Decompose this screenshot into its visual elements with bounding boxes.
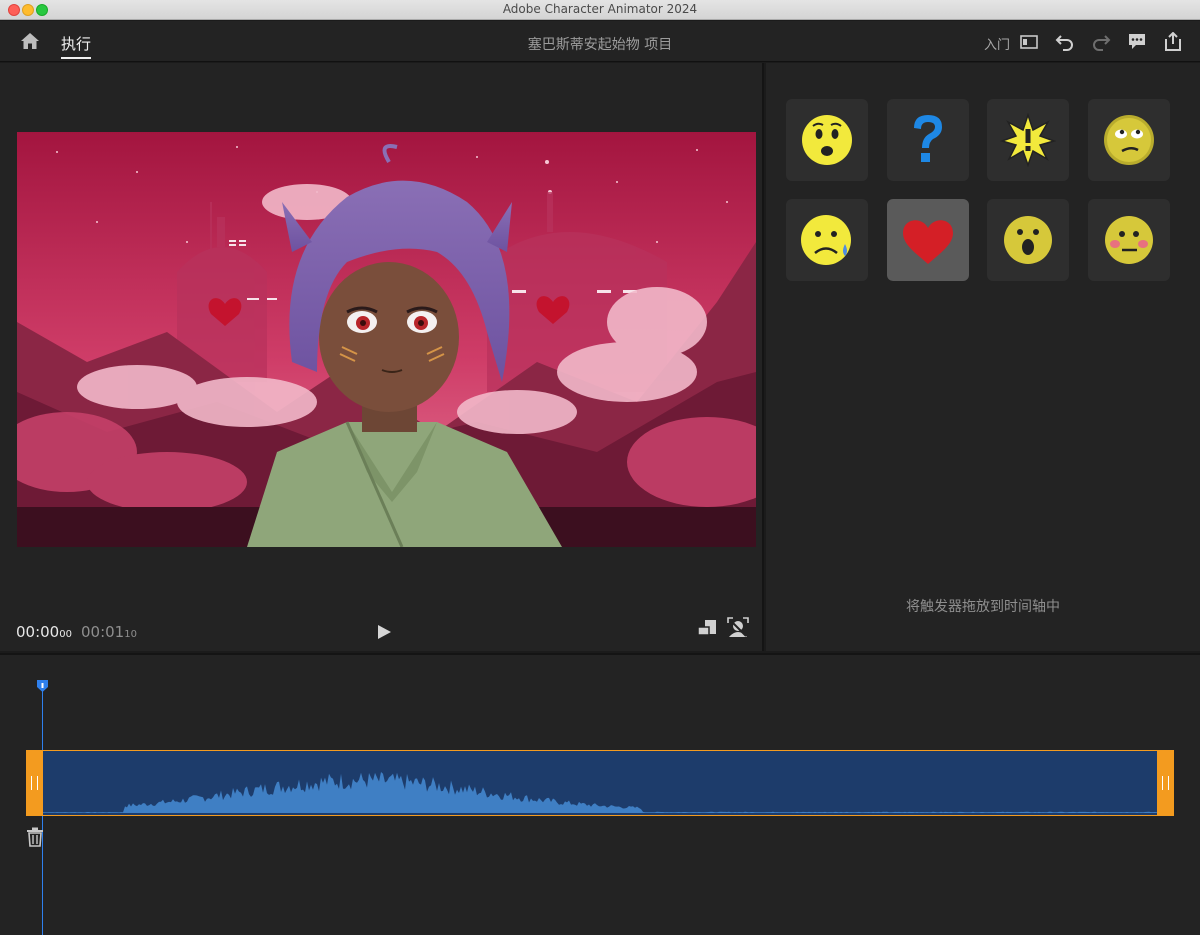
audio-waveform [43,772,1157,813]
camera-input-button[interactable] [727,617,749,639]
home-icon [21,33,39,49]
trigger-tile-eye-roll[interactable] [1088,99,1170,181]
current-time: 00:00 [16,623,60,641]
undo-button[interactable] [1054,31,1076,53]
window-title-bar: Adobe Character Animator 2024 [0,0,1200,20]
trigger-tile-blushing[interactable] [1088,199,1170,281]
current-timecode: 00:0000 [16,623,72,641]
share-button[interactable] [1162,31,1184,53]
worried-face-icon [802,115,852,165]
trigger-tile-sad-tear[interactable] [786,199,868,281]
undo-icon [1055,35,1073,51]
blushing-face-icon [1105,216,1153,264]
drop-triggers-hint: 将触发器拖放到时间轴中 [906,599,1060,615]
redo-icon [1093,35,1111,51]
window-title: Adobe Character Animator 2024 [502,2,698,16]
duration-time: 00:01 [81,623,125,641]
delete-clip-button[interactable] [26,827,44,847]
sad-tear-face-icon [801,215,851,265]
heart-icon [903,220,953,264]
play-button[interactable] [375,623,393,641]
puppet-camera-icon [727,617,749,637]
arrange-button[interactable] [696,617,718,639]
duration-frames: 10 [124,629,137,640]
timeline-panel [0,653,1200,935]
trigger-tile-exclamation[interactable] [987,99,1069,181]
share-icon [1165,32,1181,51]
stage-panel: 00:0000 00:0110 [0,63,764,651]
trash-icon [27,827,43,847]
play-icon [378,625,391,639]
home-button[interactable] [18,30,42,52]
trigger-tile-heart[interactable] [887,199,969,281]
audio-waveform-track[interactable] [43,750,1157,816]
playhead-marker-icon [37,680,48,692]
trigger-tile-worried[interactable] [786,99,868,181]
question-mark-icon [914,115,942,162]
tab-active-indicator [61,57,91,59]
exclamation-burst-icon [1000,112,1056,168]
scene-preview[interactable] [17,132,756,547]
audio-clip[interactable] [26,750,1174,816]
triggers-panel: 将触发器拖放到时间轴中 [766,63,1200,651]
tab-perform[interactable]: 执行 [61,33,91,54]
character-scene-illustration [17,132,756,547]
panel-layout-button[interactable] [1018,31,1040,53]
surprised-face-icon [1004,216,1052,264]
feedback-button[interactable] [1126,31,1148,53]
arrange-layers-icon [697,620,716,636]
clip-end-handle[interactable] [1157,750,1174,816]
getting-started-link[interactable]: 入门 [984,34,1010,53]
trigger-tile-question[interactable] [887,99,969,181]
app-header: 执行 塞巴斯蒂安起始物 项目 入门 [0,21,1200,62]
duration-timecode: 00:0110 [81,623,137,641]
clip-start-handle[interactable] [26,750,43,816]
eye-roll-face-icon [1104,115,1154,165]
playhead-handle[interactable] [37,677,48,692]
trigger-tile-surprised[interactable] [987,199,1069,281]
current-frames: 00 [59,629,72,640]
feedback-icon [1129,34,1145,49]
redo-button[interactable] [1090,31,1112,53]
panel-layout-icon [1020,35,1038,49]
